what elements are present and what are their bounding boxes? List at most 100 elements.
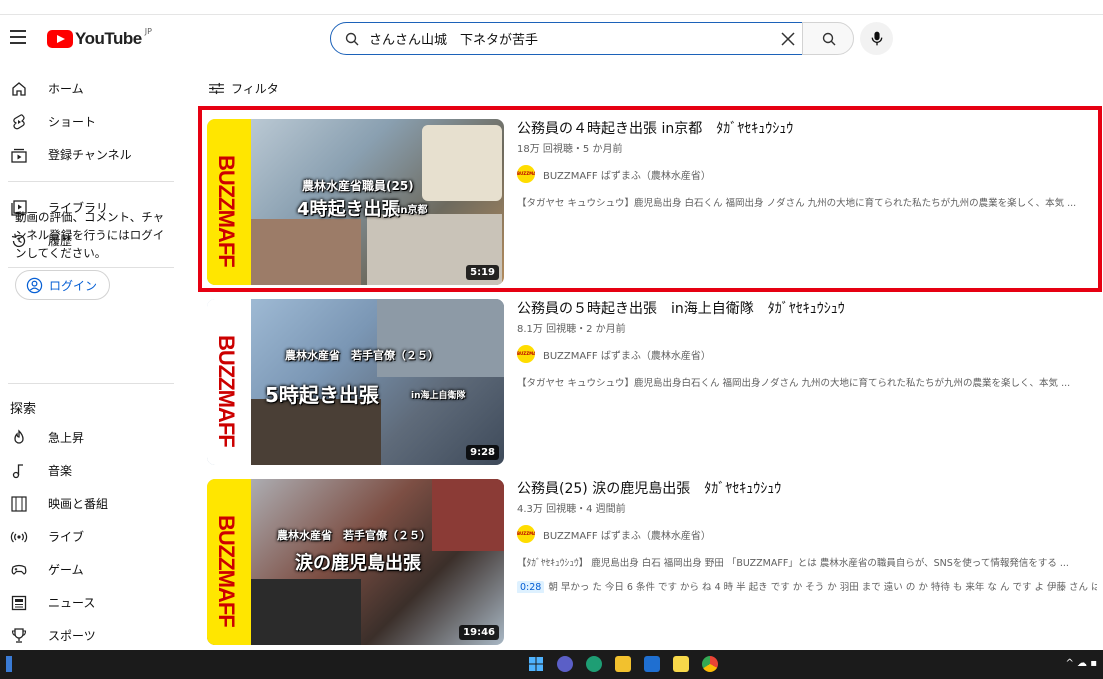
thumb-caption: 農林水産省職員(25)	[302, 179, 414, 193]
search-input[interactable]	[369, 31, 769, 46]
search-box	[330, 22, 803, 55]
login-button[interactable]: ログイン	[15, 270, 110, 300]
video-thumbnail[interactable]: BUZZMAFF 農林水産省職員(25) 4時起き出張 in京都 5:19	[207, 119, 504, 285]
video-stats: 18万 回視聴・5 か月前	[517, 144, 623, 155]
sidebar-divider	[8, 267, 174, 268]
login-label: ログイン	[49, 278, 98, 293]
video-duration: 5:19	[466, 265, 499, 280]
explore-heading: 探索	[10, 402, 37, 417]
teams-icon[interactable]	[557, 656, 573, 672]
video-title[interactable]: 公務員の５時起き出張 in海上自衛隊 ﾀｶﾞﾔｾｷｭｳｼｭｳ	[517, 299, 1097, 319]
sidebar-item-label: ゲーム	[48, 563, 84, 577]
channel-name: BUZZMAFF ばずまふ（農林水産省）	[543, 350, 711, 362]
video-meta: 公務員の４時起き出張 in京都 ﾀｶﾞﾔｾｷｭｳｼｭｳ 18万 回視聴・5 か月…	[517, 119, 1097, 209]
windows-start-icon[interactable]	[528, 656, 544, 672]
video-title[interactable]: 公務員(25) 涙の鹿児島出張 ﾀｶﾞﾔｾｷｭｳｼｭｳ	[517, 479, 1097, 499]
filter-button[interactable]: フィルタ	[208, 80, 279, 97]
thumb-caption: 農林水産省 若手官僚（２５）	[277, 529, 431, 542]
channel-link[interactable]: BUZZMAFF BUZZMAFF ばずまふ（農林水産省）	[517, 345, 1097, 363]
file-explorer-icon[interactable]	[615, 656, 631, 672]
chapter-snippet[interactable]: 0:28 朝 早かっ た 今日 6 条件 です から ね 4 時 半 起き です …	[517, 579, 1097, 593]
channel-avatar: BUZZMAFF	[517, 345, 535, 363]
account-icon	[26, 277, 43, 293]
trophy-icon	[11, 627, 27, 643]
microphone-icon	[871, 31, 883, 46]
video-result: BUZZMAFF 農林水産省 若手官僚（２５） 5時起き出張 in海上自衛隊 9…	[207, 299, 1097, 467]
thumb-caption: in海上自衛隊	[411, 391, 466, 401]
buzzmaff-band: BUZZMAFF	[207, 299, 251, 465]
channel-avatar: BUZZMAFF	[517, 165, 535, 183]
sidebar-item-live[interactable]: ライブ	[0, 520, 180, 553]
video-meta: 公務員(25) 涙の鹿児島出張 ﾀｶﾞﾔｾｷｭｳｼｭｳ 4.3万 回視聴・4 週…	[517, 479, 1097, 593]
chapter-timestamp: 0:28	[517, 581, 545, 593]
video-stats: 8.1万 回視聴・2 か月前	[517, 324, 626, 335]
logo-region: JP	[144, 26, 152, 36]
edge-icon[interactable]	[586, 656, 602, 672]
trending-icon	[14, 428, 24, 444]
sidebar-item-label: スポーツ	[48, 629, 96, 643]
search-button[interactable]	[802, 22, 854, 55]
thumb-caption: 農林水産省 若手官僚（２５）	[285, 349, 439, 362]
sidebar-item-sports[interactable]: スポーツ	[0, 619, 180, 652]
sidebar-item-trending[interactable]: 急上昇	[0, 421, 180, 454]
video-description: 【ﾀｶﾞﾔｾｷｭｳｼｭｳ】 鹿児島出身 白石 福岡出身 野田 「BUZZMAFF…	[517, 558, 1069, 569]
masthead: YouTube JP	[0, 18, 1103, 60]
music-icon	[12, 463, 23, 478]
sidebar-item-gaming[interactable]: ゲーム	[0, 553, 180, 586]
thumb-caption: in京都	[397, 205, 428, 216]
thumb-meat-image	[432, 479, 504, 551]
video-thumbnail[interactable]: BUZZMAFF 農林水産省 若手官僚（２５） 涙の鹿児島出張 19:46	[207, 479, 504, 645]
voice-search-button[interactable]	[860, 22, 893, 55]
video-meta: 公務員の５時起き出張 in海上自衛隊 ﾀｶﾞﾔｾｷｭｳｼｭｳ 8.1万 回視聴・…	[517, 299, 1097, 389]
channel-avatar: BUZZMAFF	[517, 525, 535, 543]
sidebar-item-shorts[interactable]: ショート	[0, 105, 180, 138]
video-description: 【タガヤセ キュウシュウ】鹿児島出身 白石くん 福岡出身 ノダさん 九州の大地に…	[517, 198, 1077, 209]
chapter-text: 朝 早かっ た 今日 6 条件 です から ね 4 時 半 起き です か そう…	[548, 582, 1097, 593]
filter-label: フィルタ	[231, 82, 279, 96]
thumb-food-image	[422, 125, 502, 201]
sidebar-item-label: ニュース	[48, 596, 96, 610]
desktop-edge	[6, 656, 12, 672]
sidebar-item-label: 音楽	[48, 464, 73, 478]
channel-link[interactable]: BUZZMAFF BUZZMAFF ばずまふ（農林水産省）	[517, 525, 1097, 543]
signin-prompt: 動画の評価、コメント、チャンネル登録を行うにはログインしてください。	[15, 210, 165, 260]
sidebar-item-home[interactable]: ホーム	[0, 72, 180, 105]
sidebar-item-label: ショート	[48, 115, 97, 129]
outlook-icon[interactable]	[644, 656, 660, 672]
buzzmaff-band: BUZZMAFF	[207, 119, 251, 285]
sidebar-item-label: 映画と番組	[48, 497, 109, 511]
filter-sliders-icon	[209, 82, 224, 95]
chrome-icon[interactable]	[702, 656, 718, 672]
thumb-caption: 涙の鹿児島出張	[295, 553, 421, 574]
windows-taskbar: ^ ☁ ▪	[0, 650, 1103, 679]
sticky-notes-icon[interactable]	[673, 656, 689, 672]
thumb-caption: 5時起き出張	[265, 383, 379, 407]
sidebar-item-news[interactable]: ニュース	[0, 586, 180, 619]
movies-icon	[11, 495, 27, 512]
logo-text: YouTube	[75, 29, 142, 48]
menu-icon[interactable]	[10, 30, 26, 44]
thumb-person-image	[251, 219, 361, 285]
channel-name: BUZZMAFF ばずまふ（農林水産省）	[543, 530, 711, 542]
thumb-cattle-image	[251, 579, 361, 645]
sidebar-divider	[8, 181, 174, 182]
youtube-logo[interactable]: YouTube JP	[47, 26, 152, 49]
sidebar-item-music[interactable]: 音楽	[0, 454, 180, 487]
buzzmaff-band: BUZZMAFF	[207, 479, 251, 645]
shorts-icon	[13, 113, 25, 129]
video-result: BUZZMAFF 農林水産省 若手官僚（２５） 涙の鹿児島出張 19:46 公務…	[207, 479, 1097, 647]
live-icon	[10, 531, 28, 542]
video-thumbnail[interactable]: BUZZMAFF 農林水産省 若手官僚（２５） 5時起き出張 in海上自衛隊 9…	[207, 299, 504, 465]
clear-search-icon[interactable]	[778, 29, 798, 49]
search-icon	[822, 32, 836, 46]
brand-text: BUZZMAFF	[214, 335, 239, 447]
sidebar-item-movies[interactable]: 映画と番組	[0, 487, 180, 520]
system-tray-icon[interactable]: ^ ☁ ▪	[1065, 658, 1097, 669]
video-title[interactable]: 公務員の４時起き出張 in京都 ﾀｶﾞﾔｾｷｭｳｼｭｳ	[517, 119, 1097, 139]
thumb-caption: 4時起き出張	[297, 199, 400, 220]
channel-name: BUZZMAFF ばずまふ（農林水産省）	[543, 170, 711, 182]
brand-text: BUZZMAFF	[214, 155, 239, 267]
sidebar-item-subscriptions[interactable]: 登録チャンネル	[0, 138, 180, 171]
video-duration: 9:28	[466, 445, 499, 460]
channel-link[interactable]: BUZZMAFF BUZZMAFF ばずまふ（農林水産省）	[517, 165, 1097, 183]
